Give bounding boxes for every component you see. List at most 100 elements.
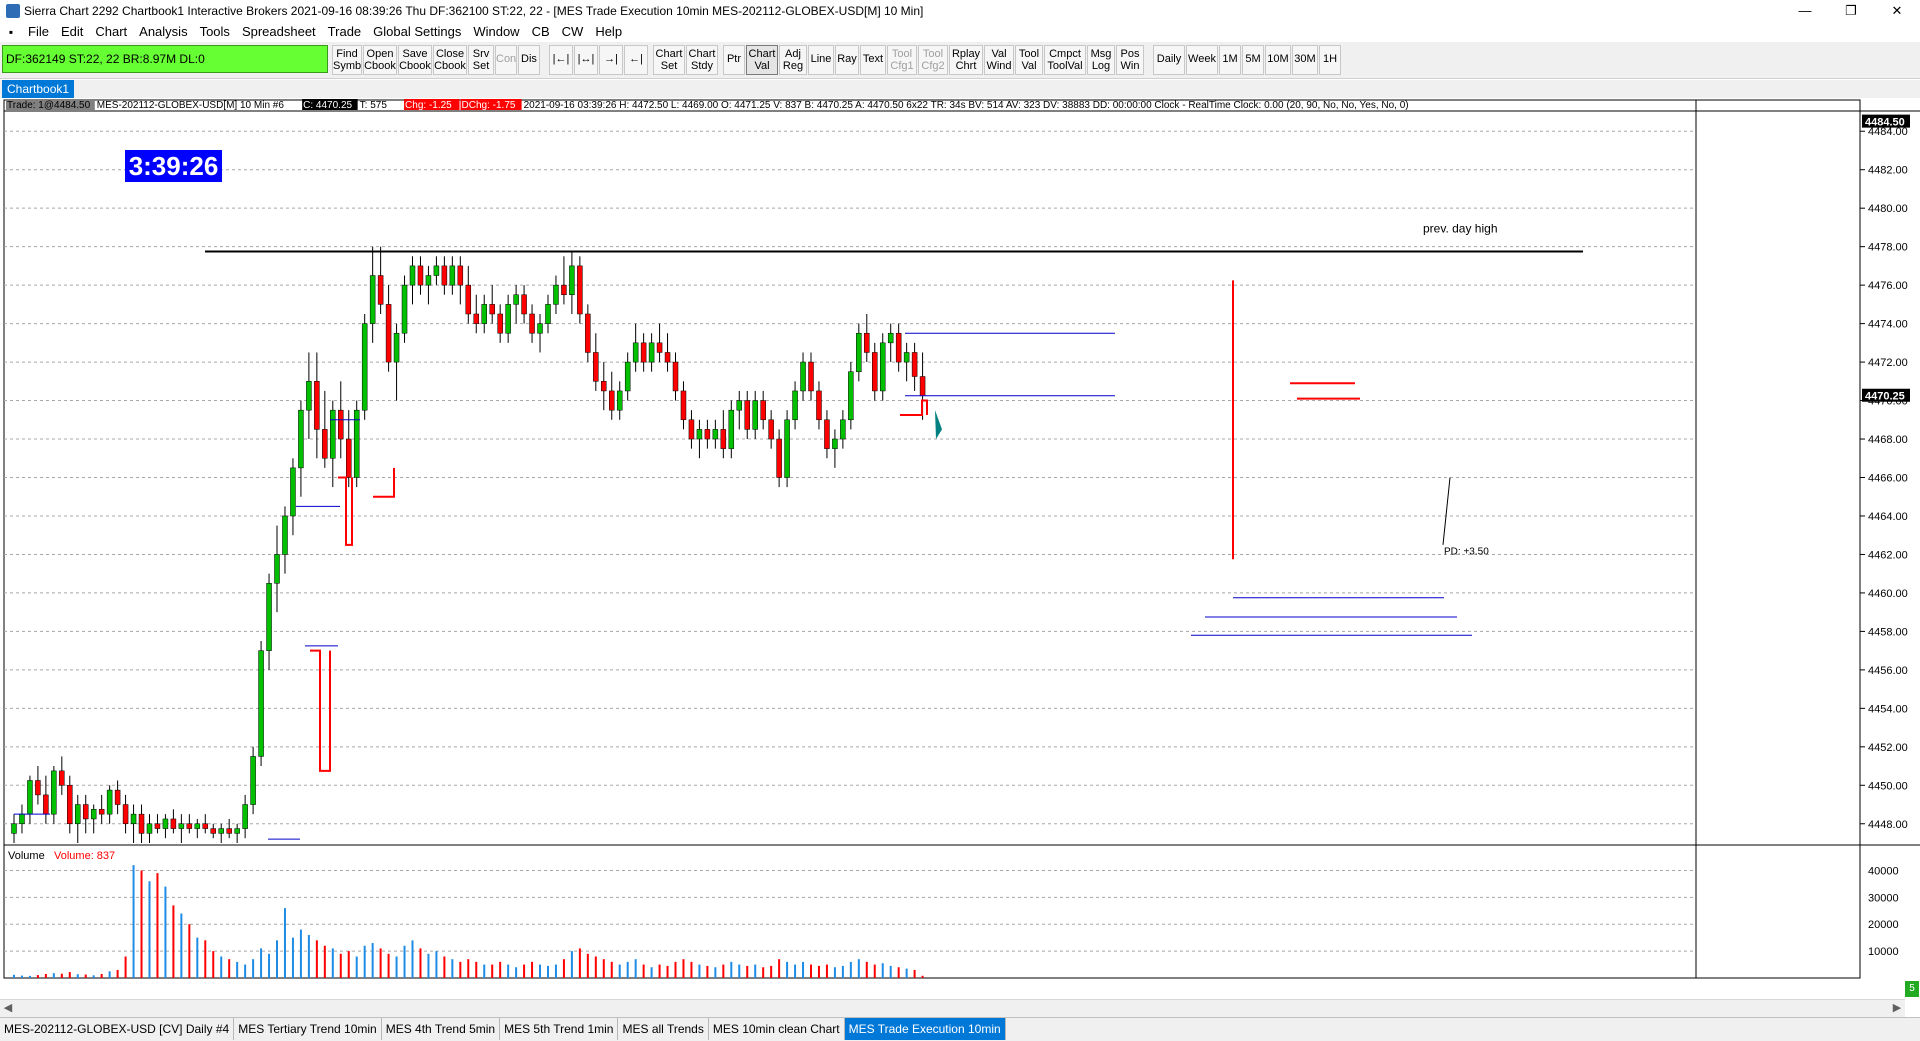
srv-set-button[interactable]: Srv Set (468, 45, 494, 75)
zoom-c-button[interactable]: →|← (599, 45, 623, 75)
week-button[interactable]: Week (1186, 45, 1218, 75)
candle-body (218, 828, 224, 834)
10m-button[interactable]: 10M (1265, 45, 1291, 75)
data-status-bar: DF:362149 ST:22, 22 BR:8.97M DL:0 (2, 45, 328, 73)
pos-win-button[interactable]: Pos Win (1116, 45, 1144, 75)
con-button[interactable]: Con (495, 45, 517, 75)
price-tick-label: 4456.00 (1868, 665, 1908, 677)
chart-tab-2[interactable]: MES Tertiary Trend 10min (234, 1018, 382, 1040)
msg-log-label-2: Log (1091, 60, 1111, 72)
volume-tick-label: 10000 (1868, 946, 1899, 958)
line-button[interactable]: Line (808, 45, 834, 75)
menu-cw[interactable]: CW (556, 22, 590, 42)
menu-chart[interactable]: Chart (89, 22, 133, 42)
open-cbook-label-2: Cbook (364, 60, 396, 72)
menu-analysis[interactable]: Analysis (133, 22, 193, 42)
prev-day-high-label: prev. day high (1423, 221, 1498, 235)
5m-button[interactable]: 5M (1242, 45, 1264, 75)
candle-body (170, 818, 177, 829)
price-tick-label: 4466.00 (1868, 473, 1908, 485)
tool-cfg2-button[interactable]: Tool Cfg2 (918, 45, 948, 75)
close-cbook-button[interactable]: Close Cbook (433, 45, 467, 75)
candle-body (911, 352, 918, 377)
chart-tab-7[interactable]: MES Trade Execution 10min (844, 1018, 1006, 1040)
text-label: Text (862, 53, 884, 65)
corner-badge: 5 (1905, 981, 1919, 997)
restore-button[interactable]: ❐ (1828, 0, 1874, 22)
cmpct-toolval-button[interactable]: Cmpct ToolVal (1044, 45, 1086, 75)
tool-val-button[interactable]: Tool Val (1015, 45, 1043, 75)
pos-win-label-2: Win (1120, 60, 1140, 72)
menu-edit[interactable]: Edit (55, 22, 89, 42)
close-cbook-label: Close (435, 48, 465, 60)
volume-tick-label: 20000 (1868, 919, 1899, 931)
candle-body (903, 352, 910, 363)
price-tick-label: 4482.00 (1868, 165, 1908, 177)
menu-spreadsheet[interactable]: Spreadsheet (236, 22, 322, 42)
candle-body (98, 809, 105, 815)
chart-stdy-button[interactable]: Chart Stdy (686, 45, 718, 75)
menu-file[interactable]: File (22, 22, 55, 42)
chart-tab-3[interactable]: MES 4th Trend 5min (382, 1018, 501, 1040)
candle-body (760, 400, 766, 421)
msg-log-button[interactable]: Msg Log (1087, 45, 1115, 75)
save-cbook-button[interactable]: Save Cbook (398, 45, 432, 75)
system-menu-icon[interactable]: ▪ (0, 22, 22, 42)
find-symb-button[interactable]: Find Symb (332, 45, 362, 75)
ray-button[interactable]: Ray (835, 45, 859, 75)
text-button[interactable]: Text (860, 45, 886, 75)
minimize-button[interactable]: — (1782, 0, 1828, 22)
candle-body (27, 780, 33, 815)
zoom-a-button[interactable]: |←| (549, 45, 573, 75)
zoom-d-button[interactable]: ←|→ (624, 45, 648, 75)
menu-help[interactable]: Help (589, 22, 628, 42)
price-chart-svg[interactable]: Trade: 1@4484.50 MES-202112-GLOBEX-USD[M… (0, 98, 1920, 996)
candle-body (146, 823, 153, 834)
last-price-label: 4470.25 (1865, 391, 1905, 403)
chart-tab-6[interactable]: MES 10min clean Chart (709, 1018, 845, 1040)
week-label: Week (1188, 53, 1216, 65)
chart-tab-4[interactable]: MES 5th Trend 1min (500, 1018, 619, 1040)
dis-button[interactable]: Dis (518, 45, 540, 75)
val-wind-button[interactable]: Val Wind (984, 45, 1014, 75)
chart-tabs: MES-202112-GLOBEX-USD [CV] Daily #4 MES T… (0, 1017, 1920, 1041)
candle-body (266, 583, 272, 651)
chart-set-label: Chart (655, 48, 683, 60)
chart-val-button[interactable]: Chart Val (746, 45, 778, 75)
tool-cfg1-button[interactable]: Tool Cfg1 (887, 45, 917, 75)
chart-set-button[interactable]: Chart Set (653, 45, 685, 75)
candle-body (114, 789, 121, 805)
stop-marker (338, 476, 353, 546)
ptr-button[interactable]: Ptr (723, 45, 745, 75)
daily-button[interactable]: Daily (1153, 45, 1185, 75)
1h-button[interactable]: 1H (1319, 45, 1341, 75)
candle-body (67, 785, 73, 825)
candle-body (433, 265, 440, 276)
price-tick-label: 4476.00 (1868, 280, 1908, 292)
1m-button[interactable]: 1M (1219, 45, 1241, 75)
menu-tools[interactable]: Tools (194, 22, 236, 42)
chart-area[interactable]: Trade: 1@4484.50 MES-202112-GLOBEX-USD[M… (0, 98, 1920, 996)
menu-trade[interactable]: Trade (322, 22, 367, 42)
menu-window[interactable]: Window (467, 22, 525, 42)
candle-body (441, 265, 448, 286)
save-cbook-label-2: Cbook (399, 60, 431, 72)
horizontal-scrollbar[interactable]: ◀ ▶ (0, 999, 1905, 1017)
scroll-left-icon[interactable]: ◀ (0, 1000, 16, 1017)
close-button[interactable]: ✕ (1874, 0, 1920, 22)
rplay-chrt-button[interactable]: Rplay Chrt (949, 45, 983, 75)
execution-arrow-icon (935, 410, 942, 440)
30m-button[interactable]: 30M (1292, 45, 1318, 75)
price-tick-label: 4480.00 (1868, 203, 1908, 215)
scroll-right-icon[interactable]: ▶ (1889, 1000, 1905, 1017)
menu-cb[interactable]: CB (526, 22, 556, 42)
zoom-b-button[interactable]: |↔| (574, 45, 598, 75)
chart-tab-5[interactable]: MES all Trends (618, 1018, 709, 1040)
chartbook-tab[interactable]: Chartbook1 (2, 80, 75, 98)
price-tick-label: 4452.00 (1868, 742, 1908, 754)
10m-label: 10M (1267, 53, 1289, 65)
chart-tab-1[interactable]: MES-202112-GLOBEX-USD [CV] Daily #4 (0, 1018, 235, 1040)
menu-global-settings[interactable]: Global Settings (367, 22, 467, 42)
adj-reg-button[interactable]: Adj Reg (779, 45, 807, 75)
open-cbook-button[interactable]: Open Cbook (363, 45, 397, 75)
